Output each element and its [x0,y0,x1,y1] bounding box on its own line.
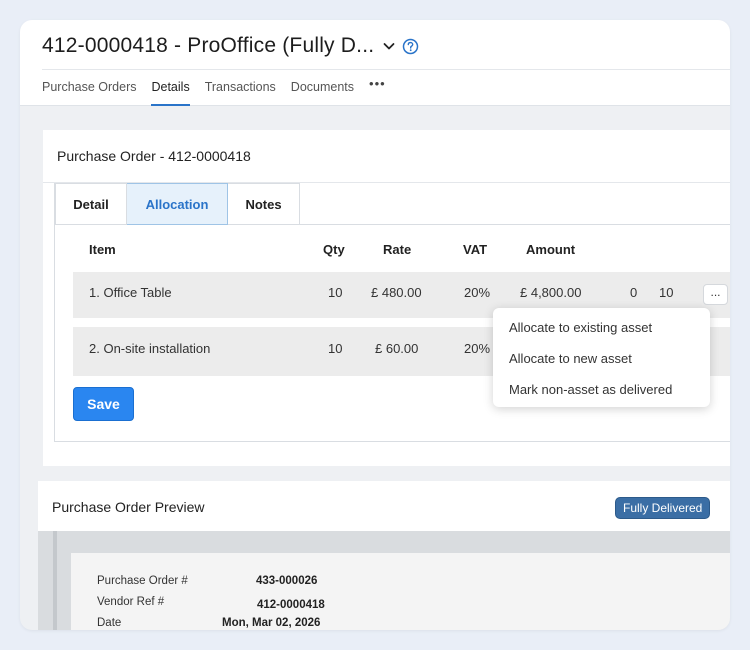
col-header-vat: VAT [463,242,488,257]
preview-document: Purchase Order # 433-000026 Vendor Ref #… [71,553,730,630]
row-qty: 10 [328,285,343,300]
row-rate: £ 60.00 [375,341,419,356]
purchase-order-card: Purchase Order - 412-0000418 Detail Allo… [43,130,730,466]
menu-item-allocate-existing-asset[interactable]: Allocate to existing asset [493,313,710,344]
preview-value-vendor-ref: 412-0000418 [257,599,325,611]
header-divider [42,69,730,70]
tab-details[interactable]: Details [151,78,190,106]
page-title: 412-0000418 - ProOffice (Fully D... [42,34,375,57]
tab-detail[interactable]: Detail [55,183,127,225]
page-tabs: Purchase Orders Details Transactions Doc… [42,76,386,106]
row-vat: 20% [464,341,491,356]
preview-value-date: Mon, Mar 02, 2026 [222,617,321,629]
menu-item-mark-non-asset-delivered[interactable]: Mark non-asset as delivered [493,375,710,406]
row-more-button[interactable]: ... [703,284,728,305]
allocation-dropdown-menu: Allocate to existing asset Allocate to n… [493,308,710,407]
preview-edge [53,531,57,630]
more-tabs-icon[interactable]: ••• [369,76,386,106]
row-remaining-count: 10 [659,285,674,300]
preview-label-po-number: Purchase Order # [97,575,188,587]
row-vat: 20% [464,285,491,300]
col-header-item: Item [89,242,116,257]
tabs-rule [299,224,730,225]
tab-documents[interactable]: Documents [291,78,354,106]
preview-label-vendor-ref: Vendor Ref # [97,596,165,608]
app-window: 412-0000418 - ProOffice (Fully D... Purc… [20,20,730,630]
purchase-order-title: Purchase Order - 412-0000418 [57,148,251,164]
row-item: 1. Office Table [89,285,172,300]
page-header: 412-0000418 - ProOffice (Fully D... Purc… [20,20,730,106]
tab-transactions[interactable]: Transactions [205,78,276,106]
menu-item-allocate-new-asset[interactable]: Allocate to new asset [493,344,710,375]
tab-allocation[interactable]: Allocation [127,183,228,225]
row-rate: £ 480.00 [371,285,422,300]
save-button[interactable]: Save [73,387,134,421]
title-row: 412-0000418 - ProOffice (Fully D... [42,33,420,59]
row-allocated-count: 0 [630,285,638,300]
preview-title: Purchase Order Preview [52,499,205,515]
preview-label-date: Date [97,617,122,629]
help-icon[interactable] [402,37,420,55]
col-header-amount: Amount [526,242,576,257]
preview-value-po-number: 433-000026 [256,575,318,587]
tab-notes[interactable]: Notes [228,183,300,225]
preview-viewer[interactable]: Purchase Order # 433-000026 Vendor Ref #… [38,531,730,630]
tab-purchase-orders[interactable]: Purchase Orders [42,78,136,106]
purchase-order-preview-card: Purchase Order Preview Fully Delivered P… [38,481,730,630]
row-amount: £ 4,800.00 [520,285,582,300]
col-header-rate: Rate [383,242,412,257]
chevron-down-icon[interactable] [382,38,398,54]
row-item: 2. On-site installation [89,341,211,356]
row-qty: 10 [328,341,343,356]
inner-tabs: Detail Allocation Notes [55,183,300,225]
col-header-qty: Qty [323,242,345,257]
status-badge: Fully Delivered [615,497,711,519]
